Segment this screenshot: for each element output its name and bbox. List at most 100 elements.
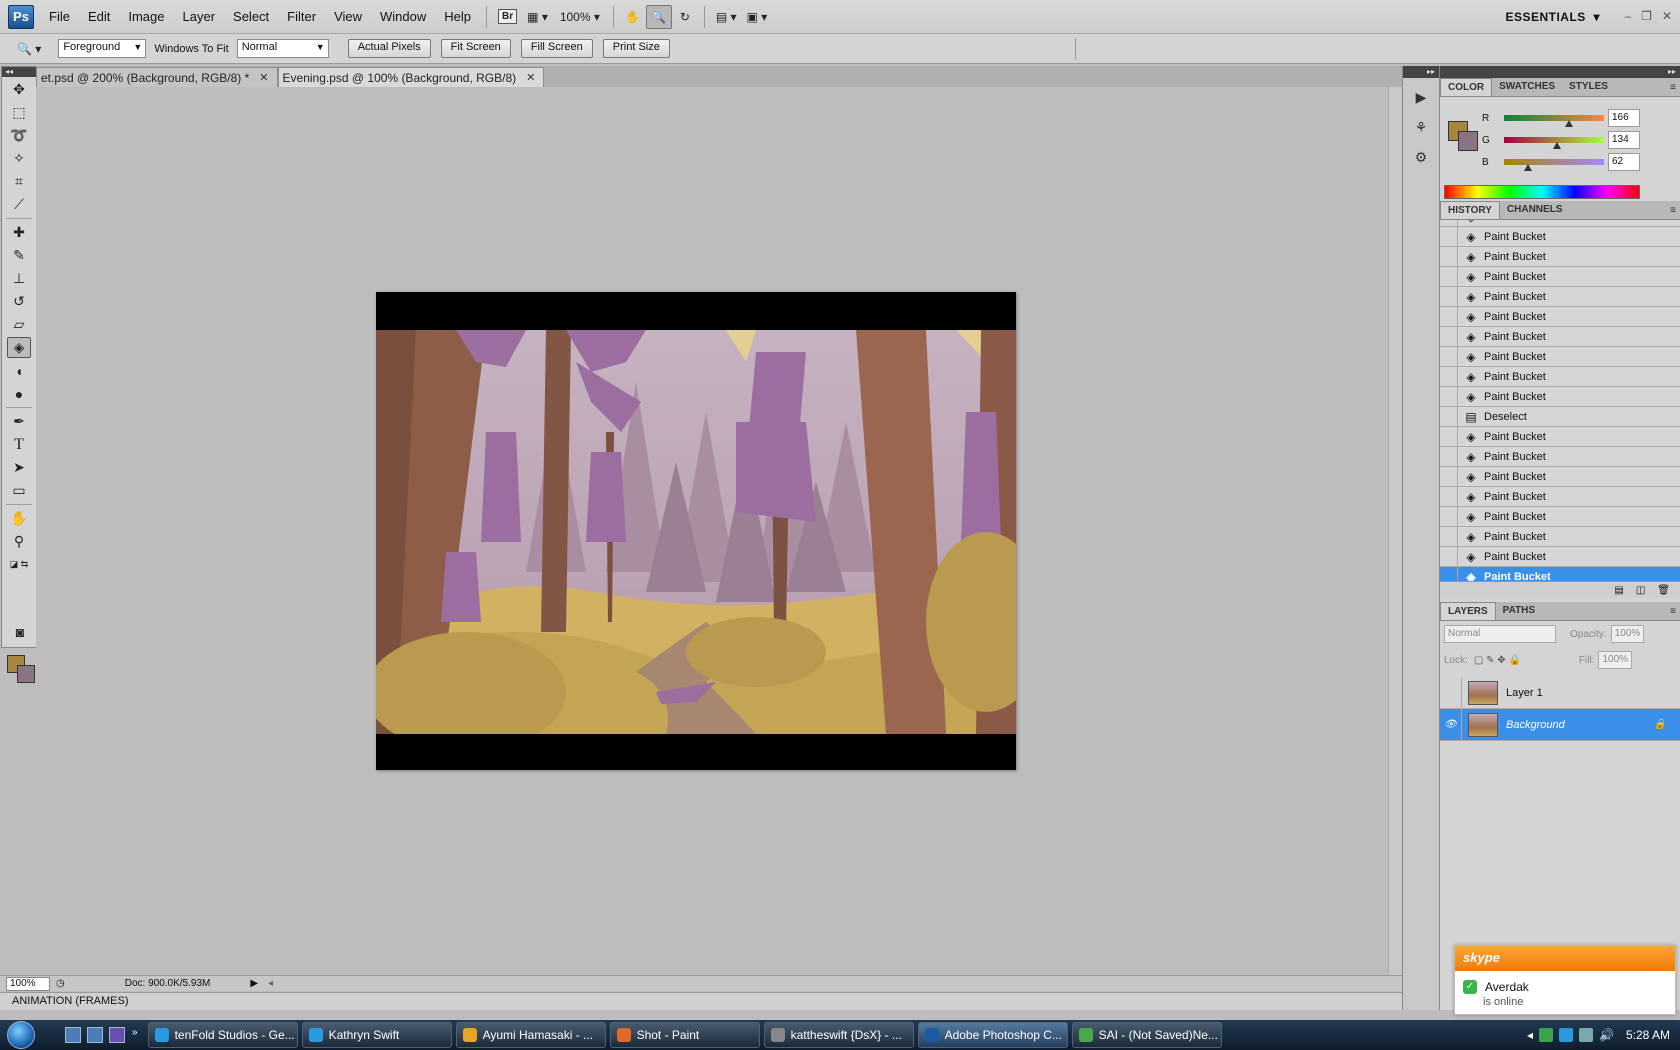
- menu-file[interactable]: File: [40, 0, 79, 34]
- tab-paths[interactable]: PATHS: [1496, 602, 1542, 620]
- panel-menu-icon[interactable]: ≡: [1670, 82, 1676, 93]
- history-item[interactable]: ◈ Paint Bucket: [1440, 527, 1680, 547]
- green-slider[interactable]: [1504, 137, 1604, 149]
- network-icon[interactable]: [1579, 1028, 1594, 1042]
- tray-app-icon[interactable]: [1539, 1028, 1554, 1042]
- background-color-swatch[interactable]: [1458, 131, 1478, 151]
- panel-menu-icon[interactable]: ≡: [1670, 606, 1676, 617]
- document-canvas[interactable]: [366, 292, 1046, 770]
- taskbar-button[interactable]: kattheswift {DsX} - ...: [763, 1022, 914, 1048]
- document-tab[interactable]: Evening.psd @ 100% (Background, RGB/8) ✕: [277, 67, 545, 87]
- taskbar-button[interactable]: Kathryn Swift: [301, 1022, 452, 1048]
- history-source-checkbox[interactable]: [1440, 387, 1458, 406]
- dodge-tool-icon[interactable]: ●: [7, 383, 31, 404]
- tab-styles[interactable]: STYLES: [1562, 78, 1615, 96]
- history-source-checkbox[interactable]: [1440, 407, 1458, 426]
- history-source-checkbox[interactable]: [1440, 227, 1458, 246]
- menu-help[interactable]: Help: [435, 0, 480, 34]
- history-item[interactable]: ◈ Paint Bucket: [1440, 567, 1680, 581]
- slider-thumb[interactable]: [1565, 120, 1574, 127]
- history-item[interactable]: ◈ Paint Bucket: [1440, 547, 1680, 567]
- history-item[interactable]: ◈Lasso: [1440, 220, 1680, 227]
- crop-tool-icon[interactable]: ⌗: [7, 171, 31, 192]
- volume-icon[interactable]: 🔊: [1599, 1028, 1614, 1042]
- normal-select[interactable]: Normal ▼: [236, 39, 329, 58]
- path-selection-tool-icon[interactable]: ➤: [7, 457, 31, 478]
- new-document-from-state-icon[interactable]: ▤: [1614, 585, 1623, 596]
- history-source-checkbox[interactable]: [1440, 427, 1458, 446]
- document-tab[interactable]: et.psd @ 200% (Background, RGB/8) * ✕: [36, 67, 278, 87]
- history-source-checkbox[interactable]: [1440, 220, 1458, 226]
- start-button[interactable]: [0, 1020, 42, 1050]
- skype-tray-icon[interactable]: [1559, 1028, 1574, 1042]
- rotate-view-icon[interactable]: ↻: [672, 5, 698, 29]
- screen-mode-button[interactable]: ▣ ▾: [742, 5, 773, 29]
- tab-channels[interactable]: CHANNELS: [1500, 201, 1570, 219]
- tool-preset-picker[interactable]: 🔍 ▾: [12, 37, 46, 61]
- print-size-button[interactable]: Print Size: [602, 39, 670, 58]
- zoom-tool-icon[interactable]: 🔍: [645, 4, 672, 29]
- history-brush-tool-icon[interactable]: ↺: [7, 291, 31, 312]
- eraser-tool-icon[interactable]: ▱: [7, 314, 31, 335]
- blend-mode-select[interactable]: Normal: [1444, 625, 1556, 643]
- history-item[interactable]: ◈ Paint Bucket: [1440, 327, 1680, 347]
- canvas-vertical-scrollbar[interactable]: [1388, 87, 1402, 975]
- history-item[interactable]: ◈ Paint Bucket: [1440, 347, 1680, 367]
- tray-expand-icon[interactable]: ◂: [1527, 1028, 1533, 1042]
- lock-icons[interactable]: ▢ ✎ ✥ 🔒: [1474, 655, 1521, 666]
- zoom-tool-icon[interactable]: ⚲: [7, 531, 31, 552]
- arrange-documents-button[interactable]: ▤ ▾: [711, 5, 742, 29]
- history-source-checkbox[interactable]: [1440, 447, 1458, 466]
- panel-grip[interactable]: ◂◂: [2, 67, 36, 77]
- tab-color[interactable]: COLOR: [1440, 78, 1493, 96]
- hand-tool-icon[interactable]: ✋: [7, 508, 31, 529]
- slider-thumb[interactable]: [1524, 164, 1533, 171]
- history-item[interactable]: ◈ Paint Bucket: [1440, 507, 1680, 527]
- skype-notification[interactable]: skype ✓ Averdak is online: [1454, 945, 1676, 1015]
- magic-wand-tool-icon[interactable]: ✧: [7, 148, 31, 169]
- launch-bridge-button[interactable]: Br: [493, 5, 522, 29]
- color-spectrum[interactable]: [1444, 185, 1640, 199]
- fit-screen-button[interactable]: Fit Screen: [440, 39, 511, 58]
- history-item[interactable]: ◈ Paint Bucket: [1440, 447, 1680, 467]
- close-icon[interactable]: ✕: [526, 71, 535, 84]
- pen-tool-icon[interactable]: ✒: [7, 411, 31, 432]
- status-arrow-icon[interactable]: ▶: [250, 978, 258, 989]
- history-source-checkbox[interactable]: [1440, 327, 1458, 346]
- status-menu-icon[interactable]: ◷: [56, 978, 65, 989]
- menu-filter[interactable]: Filter: [278, 0, 325, 34]
- menu-edit[interactable]: Edit: [79, 0, 119, 34]
- history-source-checkbox[interactable]: [1440, 567, 1458, 581]
- history-list[interactable]: ◈Lasso◈Paint Bucket◈Paint Bucket◈Paint B…: [1440, 220, 1680, 582]
- menu-window[interactable]: Window: [371, 0, 435, 34]
- eye-icon[interactable]: [1440, 677, 1462, 708]
- opacity-field[interactable]: 100%: [1610, 625, 1645, 643]
- tab-history[interactable]: HISTORY: [1440, 201, 1500, 219]
- menu-view[interactable]: View: [325, 0, 371, 34]
- history-item[interactable]: ◈ Paint Bucket: [1440, 227, 1680, 247]
- clone-source-icon[interactable]: ⚙: [1409, 146, 1433, 168]
- minimize-icon[interactable]: –: [1624, 0, 1631, 32]
- history-source-checkbox[interactable]: [1440, 487, 1458, 506]
- menu-select[interactable]: Select: [224, 0, 278, 34]
- zoom-level-select[interactable]: 100% ▾: [553, 5, 607, 29]
- healing-brush-tool-icon[interactable]: ✚: [7, 222, 31, 243]
- show-desktop-icon[interactable]: [65, 1027, 81, 1043]
- history-source-checkbox[interactable]: [1440, 507, 1458, 526]
- history-item[interactable]: ◈ Paint Bucket: [1440, 287, 1680, 307]
- swap-colors-icon[interactable]: ◪ ⇆: [7, 554, 31, 575]
- history-source-checkbox[interactable]: [1440, 467, 1458, 486]
- eyedropper-tool-icon[interactable]: ⟋: [7, 194, 31, 215]
- close-icon[interactable]: ✕: [259, 71, 268, 84]
- fill-field[interactable]: 100%: [1598, 651, 1633, 669]
- history-source-checkbox[interactable]: [1440, 347, 1458, 366]
- layer-row[interactable]: 👁 Background 🔒: [1440, 709, 1680, 741]
- resize-mode-select[interactable]: Foreground ▼: [58, 39, 147, 58]
- history-source-checkbox[interactable]: [1440, 247, 1458, 266]
- marquee-tool-icon[interactable]: ⬚: [7, 102, 31, 123]
- layer-row[interactable]: Layer 1: [1440, 677, 1680, 709]
- trash-icon[interactable]: 🗑: [1657, 585, 1670, 596]
- restore-icon[interactable]: ❐: [1641, 0, 1652, 32]
- panels-grip[interactable]: ▸▸: [1440, 66, 1680, 78]
- animation-panel-bar[interactable]: ANIMATION (FRAMES): [0, 992, 1402, 1010]
